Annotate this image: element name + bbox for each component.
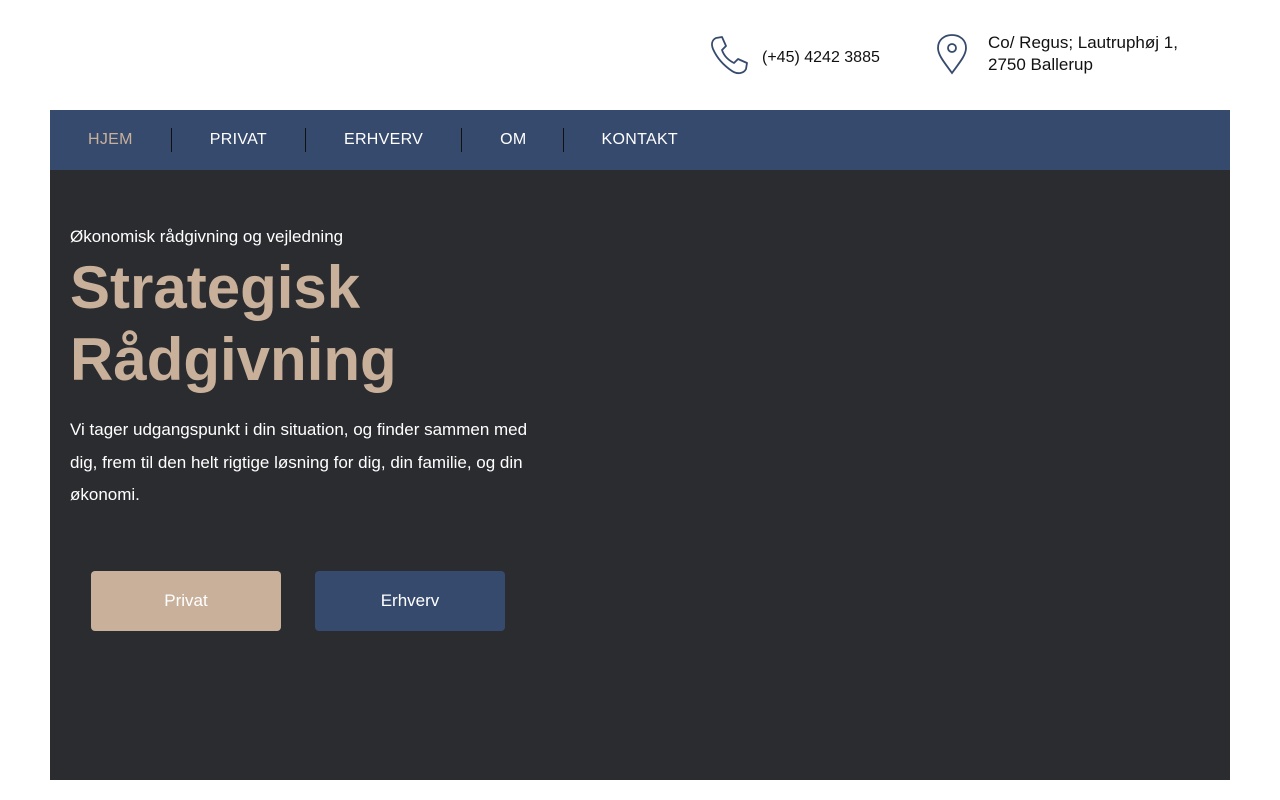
hero-title-line-1: Strategisk	[70, 254, 361, 321]
privat-button[interactable]: Privat	[91, 571, 281, 631]
nav-divider	[170, 128, 172, 152]
nav-item-erhverv[interactable]: ERHVERV	[344, 131, 423, 149]
nav-item-privat[interactable]: PRIVAT	[210, 131, 267, 149]
hero-description: Vi tager udgangspunkt i din situation, o…	[70, 420, 528, 504]
nav-item-hjem[interactable]: HJEM	[88, 131, 133, 149]
address-line-1: Co/ Regus; Lautruphøj 1,	[988, 33, 1178, 52]
top-header: (+45) 4242 3885 Co/ Regus; Lautruphøj 1,…	[0, 0, 1280, 110]
hero-eyebrow: Økonomisk rådgivning og vejledning	[70, 227, 344, 246]
hero-title-line-2: Rådgivning	[70, 326, 397, 393]
hero-title: Strategisk Rådgivning	[70, 252, 397, 396]
phone-icon	[708, 34, 750, 81]
nav-item-om[interactable]: OM	[500, 131, 526, 149]
erhverv-button[interactable]: Erhverv	[315, 571, 505, 631]
nav-divider	[461, 128, 463, 152]
nav-item-kontakt[interactable]: KONTAKT	[602, 131, 678, 149]
address-contact: Co/ Regus; Lautruphøj 1, 2750 Ballerup	[934, 32, 1178, 81]
main-navigation: HJEM PRIVAT ERHVERV OM KONTAKT	[50, 110, 1230, 170]
hero-section: Økonomisk rådgivning og vejledning Strat…	[50, 170, 1230, 780]
address: Co/ Regus; Lautruphøj 1, 2750 Ballerup	[988, 32, 1178, 76]
location-pin-icon	[934, 32, 970, 81]
phone-number[interactable]: (+45) 4242 3885	[762, 49, 880, 67]
address-line-2: 2750 Ballerup	[988, 55, 1093, 74]
phone-contact[interactable]: (+45) 4242 3885	[708, 34, 880, 81]
nav-divider	[304, 128, 306, 152]
nav-divider	[562, 128, 564, 152]
